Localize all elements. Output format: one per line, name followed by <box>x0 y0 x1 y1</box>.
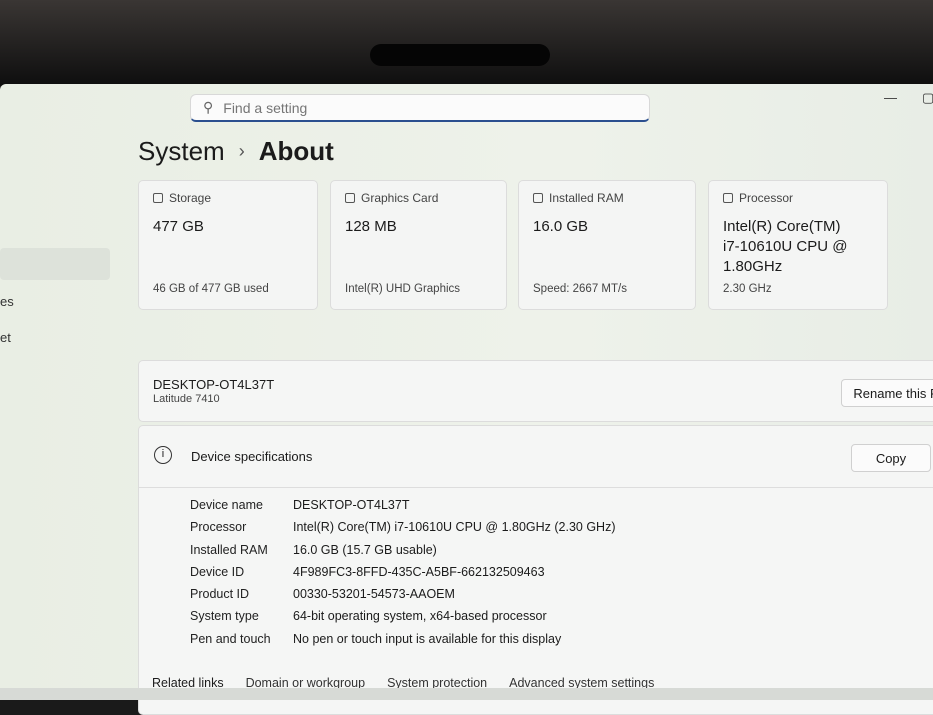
spec-row: Device ID 4F989FC3-8FFD-435C-A5BF-6621325… <box>190 561 616 583</box>
card-label: Graphics Card <box>361 191 439 205</box>
card-label: Installed RAM <box>549 191 624 205</box>
card-value: 477 GB <box>153 218 204 235</box>
spec-value: 16.0 GB (15.7 GB usable) <box>293 542 437 557</box>
spec-value: 4F989FC3-8FFD-435C-A5BF-662132509463 <box>293 564 545 579</box>
processor-icon <box>723 193 733 203</box>
specs-title: Device specifications <box>191 449 313 464</box>
spec-value: DESKTOP-OT4L37T <box>293 498 410 512</box>
spec-key: Installed RAM <box>190 542 268 557</box>
storage-icon <box>153 193 163 203</box>
camera-notch <box>370 44 550 66</box>
device-name: DESKTOP-OT4L37T <box>153 377 275 392</box>
breadcrumb-system[interactable]: System <box>138 136 225 167</box>
card-sub: 2.30 GHz <box>723 283 772 295</box>
card-sub: Intel(R) UHD Graphics <box>345 283 461 295</box>
ram-icon <box>533 193 543 203</box>
page-title: About <box>258 136 334 166</box>
device-model: Latitude 7410 <box>153 393 220 405</box>
spec-value: 64-bit operating system, x64-based proce… <box>293 609 547 624</box>
card-label: Storage <box>169 191 212 205</box>
spec-key: Product ID <box>190 587 250 602</box>
card-value: 16.0 GB <box>533 218 589 235</box>
search-icon: ⚲ <box>203 99 214 115</box>
processor-card[interactable]: Processor Intel(R) Core(TM) i7-10610U CP… <box>708 180 888 310</box>
chevron-right-icon: › <box>238 141 245 161</box>
settings-window: ⚲ — ▢ System › About es et Storage 477 G… <box>0 84 933 715</box>
device-name-row: DESKTOP-OT4L37T Latitude 7410 Rename thi… <box>138 360 933 422</box>
laptop-bezel <box>0 0 933 86</box>
spec-value: No pen or touch input is available for t… <box>293 631 562 646</box>
storage-card[interactable]: Storage 477 GB 46 GB of 477 GB used <box>138 180 318 310</box>
card-value: 128 MB <box>345 218 397 235</box>
spec-value: 00330-53201-54573-AAOEM <box>293 587 455 602</box>
spec-row: Device name DESKTOP-OT4L37T <box>190 494 616 516</box>
sidebar-item-selected[interactable] <box>0 248 110 280</box>
ram-card[interactable]: Installed RAM 16.0 GB Speed: 2667 MT/s <box>518 180 696 310</box>
breadcrumb: System › About <box>138 136 334 167</box>
spec-key: Pen and touch <box>190 631 271 646</box>
card-label: Processor <box>739 191 794 205</box>
sidebar-item[interactable]: es <box>0 294 14 309</box>
spec-row: Processor Intel(R) Core(TM) i7-10610U CPU… <box>190 516 616 538</box>
spec-value: Intel(R) Core(TM) i7-10610U CPU @ 1.80GH… <box>293 520 616 535</box>
copy-button[interactable]: Copy <box>851 444 931 472</box>
search-input[interactable] <box>223 99 624 116</box>
specs-list: Device name DESKTOP-OT4L37T Processor Inte… <box>190 494 616 650</box>
spec-key: Device name <box>190 498 263 512</box>
search-box[interactable]: ⚲ <box>190 94 650 122</box>
spec-row: Installed RAM 16.0 GB (15.7 GB usable) <box>190 539 616 561</box>
spec-key: System type <box>190 609 259 624</box>
card-value: Intel(R) Core(TM) i7-10610U CPU @ 1.80GH… <box>723 218 848 275</box>
maximize-button[interactable]: ▢ <box>922 90 933 106</box>
card-sub: Speed: 2667 MT/s <box>533 283 627 295</box>
graphics-card-icon <box>345 193 355 203</box>
sidebar-item[interactable]: et <box>0 330 11 345</box>
minimize-button[interactable]: — <box>884 90 897 105</box>
spec-row: Product ID 00330-53201-54573-AAOEM <box>190 583 616 605</box>
spec-key: Processor <box>190 520 247 535</box>
spec-row: System type 64-bit operating system, x64-… <box>190 605 616 627</box>
spec-key: Device ID <box>190 564 245 579</box>
taskbar <box>0 688 933 700</box>
info-icon: i <box>154 446 172 464</box>
rename-pc-button[interactable]: Rename this P <box>841 379 933 407</box>
card-sub: 46 GB of 477 GB used <box>153 283 269 295</box>
spec-row: Pen and touch No pen or touch input is av… <box>190 628 616 650</box>
graphics-card[interactable]: Graphics Card 128 MB Intel(R) UHD Graphi… <box>330 180 507 310</box>
